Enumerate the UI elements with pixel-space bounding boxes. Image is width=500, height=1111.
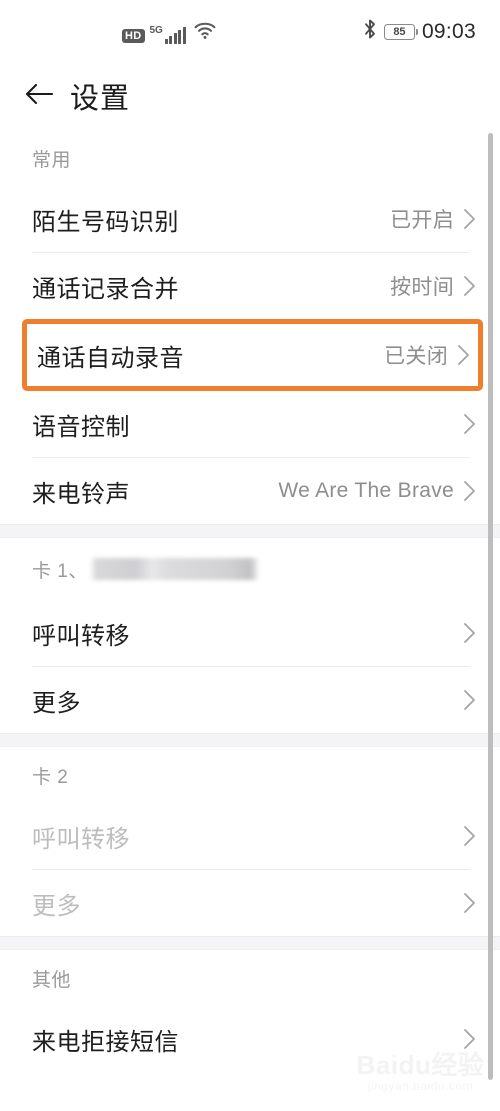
section-divider-band: [0, 524, 500, 538]
wifi-icon: [194, 22, 216, 45]
list-item-label: 通话自动录音: [37, 344, 184, 372]
phone-screen: HD 5G 85 09:03 设置 常用 陌生号码识别 已开启 通话记录合并 按…: [0, 0, 500, 1111]
section-divider-band: [0, 733, 500, 747]
chevron-right-icon: [462, 892, 476, 914]
section-header-label: 卡 1、: [32, 560, 88, 582]
list-item: 呼叫转移: [0, 803, 500, 869]
app-bar: 设置: [0, 62, 500, 130]
section-header-label: 卡 2: [32, 766, 69, 788]
signal-bar-group: [164, 27, 186, 44]
list-item-label: 更多: [32, 892, 81, 920]
list-item-value: 已关闭: [384, 345, 448, 368]
status-bar-left-icons: HD 5G: [122, 20, 216, 46]
list-item[interactable]: 陌生号码识别 已开启: [0, 186, 500, 252]
list-item[interactable]: 通话自动录音 已关闭: [27, 324, 478, 386]
list-item-value: 按时间: [390, 276, 454, 299]
chevron-right-icon: [456, 344, 470, 366]
list-item: 更多: [0, 870, 500, 936]
settings-list[interactable]: 常用陌生号码识别 已开启通话记录合并 按时间通话自动录音 已关闭语音控制来电铃声 We …: [0, 130, 500, 1111]
section-header: 卡 1、: [0, 538, 500, 600]
chevron-right-icon: [462, 1028, 476, 1050]
back-arrow-icon: [24, 82, 54, 111]
list-item-label: 来电拒接短信: [32, 1028, 179, 1056]
highlight-box: 通话自动录音 已关闭: [22, 319, 483, 391]
network-type-label: 5G: [149, 25, 163, 36]
list-item-value: We Are The Brave: [278, 479, 454, 502]
signal-bars-icon: 5G: [150, 26, 186, 44]
status-bar: HD 5G 85 09:03: [0, 0, 500, 62]
list-item-label: 来电铃声: [32, 480, 130, 508]
section-header-label: 常用: [32, 149, 72, 171]
list-item-value: 已开启: [390, 209, 454, 232]
back-button[interactable]: [12, 69, 66, 123]
list-item[interactable]: 来电铃声 We Are The Brave: [0, 458, 500, 524]
redacted-sim-label: [89, 558, 258, 580]
chevron-right-icon: [462, 622, 476, 644]
section-header: 卡 2: [0, 747, 500, 803]
list-item-label: 呼叫转移: [32, 622, 130, 650]
list-item-label: 通话记录合并: [32, 275, 179, 303]
bluetooth-icon: [363, 19, 377, 45]
section-header: 常用: [0, 130, 500, 186]
list-item[interactable]: 来电拒接短信: [0, 1006, 500, 1072]
list-item-label: 语音控制: [32, 413, 130, 441]
battery-icon: 85: [383, 24, 419, 40]
list-item-label: 更多: [32, 689, 81, 717]
list-item[interactable]: 呼叫转移: [0, 600, 500, 666]
list-item-label: 呼叫转移: [32, 825, 130, 853]
battery-level-label: 85: [393, 25, 406, 38]
clock-label: 09:03: [421, 20, 476, 43]
chevron-right-icon: [462, 275, 476, 297]
hd-icon: HD: [122, 29, 145, 43]
chevron-right-icon: [462, 825, 476, 847]
scrollbar-thumb[interactable]: [488, 133, 493, 1080]
list-item[interactable]: 语音控制: [0, 391, 500, 457]
chevron-right-icon: [462, 689, 476, 711]
section-header: 其他: [0, 950, 500, 1006]
section-header-label: 其他: [32, 969, 72, 991]
list-item[interactable]: 更多: [0, 667, 500, 733]
list-item[interactable]: 通话记录合并 按时间: [0, 253, 500, 319]
list-item-label: 陌生号码识别: [32, 208, 179, 236]
status-bar-right-icons: 85 09:03: [363, 19, 476, 45]
chevron-right-icon: [462, 413, 476, 435]
chevron-right-icon: [462, 480, 476, 502]
page-title: 设置: [70, 83, 131, 115]
section-divider-band: [0, 936, 500, 950]
chevron-right-icon: [462, 208, 476, 230]
